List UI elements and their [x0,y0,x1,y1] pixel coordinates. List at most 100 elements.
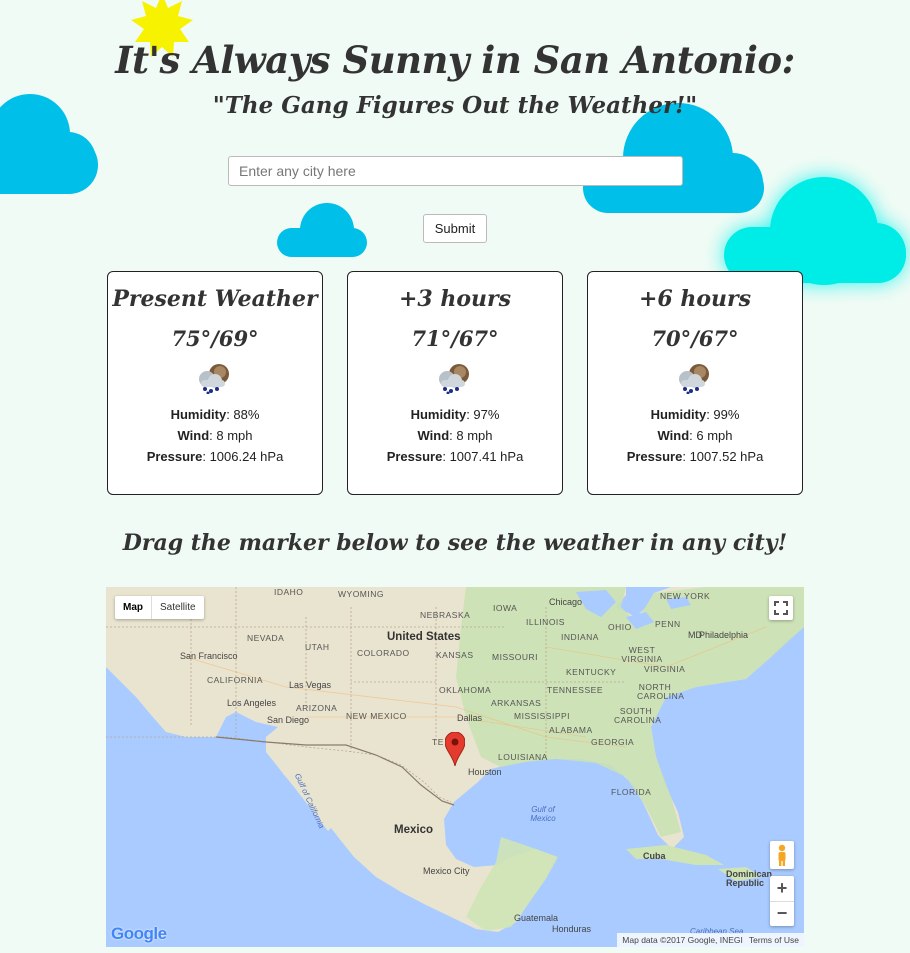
map-label: San Diego [267,715,310,725]
humidity-value: : 88% [226,407,260,422]
pressure-label: Pressure [626,449,683,464]
map-label: VIRGINIA [644,664,686,674]
map-label: NEW YORK [660,591,711,601]
card-temperature: 71°/67° [411,326,499,351]
wind-value: : 6 mph [689,428,733,443]
map-label: WEST VIRGINIA [621,645,663,664]
map-label: NORTH CAROLINA [637,682,685,701]
page-subtitle: "The Gang Figures Out the Weather!" [212,92,698,119]
humidity-value: : 97% [466,407,500,422]
wind-label: Wind [177,428,210,443]
map-label: PENN [655,619,681,629]
map-label: NEBRASKA [420,610,471,620]
map-label: COLORADO [357,648,410,658]
google-logo: Google [111,924,167,944]
humidity-label: Humidity [650,407,707,422]
map-label: Cuba [643,851,666,861]
map-label: Los Angeles [227,698,277,708]
page-title: It's Always Sunny in San Antonio: [115,38,795,82]
map-label: FLORIDA [611,787,652,797]
map-label: IDAHO [274,587,304,597]
map-label: San Francisco [180,651,238,661]
map-label: Chicago [549,597,583,607]
map-label: OKLAHOMA [439,685,492,695]
pressure-value: : 1006.24 hPa [202,449,284,464]
map-label: Mexico [394,824,433,836]
zoom-in-button[interactable]: + [770,876,794,902]
map-label: ARKANSAS [491,698,542,708]
map-label: MISSOURI [492,652,539,662]
card-title: +6 hours [638,286,752,312]
map-label: SOUTH CAROLINA [614,706,662,725]
map-label: KENTUCKY [566,667,617,677]
map-label: LOUISIANA [498,752,548,762]
map-type-map-button[interactable]: Map [115,596,152,619]
humidity-value: : 99% [706,407,740,422]
map-label: ALABAMA [549,725,593,735]
card-stats: Humidity: 97% Wind: 8 mph Pressure: 1007… [348,404,562,467]
pressure-value: : 1007.52 hPa [682,449,764,464]
card-temperature: 75°/69° [171,326,259,351]
map-label: IOWA [493,603,518,613]
map-label: KANSAS [436,650,474,660]
forecast-card-present: Present Weather 75°/69° Humidity: 88% Wi… [107,271,323,495]
pressure-value: : 1007.41 hPa [442,449,524,464]
map-label: GEORGIA [591,737,635,747]
map-label: Honduras [552,924,592,934]
map-instruction: Drag the marker below to see the weather… [122,530,788,556]
map-label: INDIANA [561,632,599,642]
card-stats: Humidity: 99% Wind: 6 mph Pressure: 1007… [588,404,802,467]
cloud-decoration-small [277,202,367,257]
zoom-control: + − [770,876,794,926]
map-label: TE [432,737,444,747]
map-label: WYOMING [338,589,384,599]
rain-cloud-icon [675,362,715,395]
map-data-credit: Map data ©2017 Google, INEGI [622,935,743,945]
map-label: Dallas [457,713,483,723]
wind-value: : 8 mph [209,428,253,443]
map-label: ARIZONA [296,703,338,713]
submit-button[interactable]: Submit [423,214,487,243]
map-label: NEVADA [247,633,285,643]
zoom-out-button[interactable]: − [770,902,794,926]
map-label: ILLINOIS [526,617,565,627]
rain-cloud-icon [195,362,235,395]
fullscreen-button[interactable] [769,596,793,620]
wind-label: Wind [657,428,690,443]
google-logo-text: Google [111,924,167,943]
map-label: Las Vegas [289,680,332,690]
card-temperature: 70°/67° [651,326,739,351]
map-label: CALIFORNIA [207,675,264,685]
map-label: Gulf of Mexico [530,805,556,823]
location-marker[interactable] [444,731,466,771]
google-map[interactable]: IDAHO WYOMING NEBRASKA IOWA Chicago NEW … [106,587,804,947]
card-title: +3 hours [398,286,512,312]
map-label: Guatemala [514,913,559,923]
map-type-satellite-button[interactable]: Satellite [152,596,204,619]
city-search-input[interactable] [228,156,683,186]
map-label: Philadelphia [699,630,749,640]
pressure-label: Pressure [386,449,443,464]
map-attribution: Map data ©2017 Google, INEGI Terms of Us… [617,933,804,947]
card-title: Present Weather [112,286,318,312]
pressure-label: Pressure [146,449,203,464]
map-label: United States [387,631,461,643]
humidity-label: Humidity [410,407,467,422]
wind-value: : 8 mph [449,428,493,443]
forecast-card-6h: +6 hours 70°/67° Humidity: 99% Wind: 6 m… [587,271,803,495]
pegman-icon [778,844,786,866]
map-label: TENNESSEE [547,685,603,695]
map-label: NEW MEXICO [346,711,407,721]
terms-of-use-link[interactable]: Terms of Use [749,935,799,945]
map-label: OHIO [608,622,632,632]
map-label: UTAH [305,642,330,652]
forecast-card-3h: +3 hours 71°/67° Humidity: 97% Wind: 8 m… [347,271,563,495]
map-label: Houston [468,767,502,777]
card-stats: Humidity: 88% Wind: 8 mph Pressure: 1006… [108,404,322,467]
wind-label: Wind [417,428,450,443]
street-view-pegman-button[interactable] [770,841,794,869]
map-label: MISSISSIPPI [514,711,571,721]
humidity-label: Humidity [170,407,227,422]
map-label: Mexico City [423,866,470,876]
fullscreen-icon [774,601,788,615]
